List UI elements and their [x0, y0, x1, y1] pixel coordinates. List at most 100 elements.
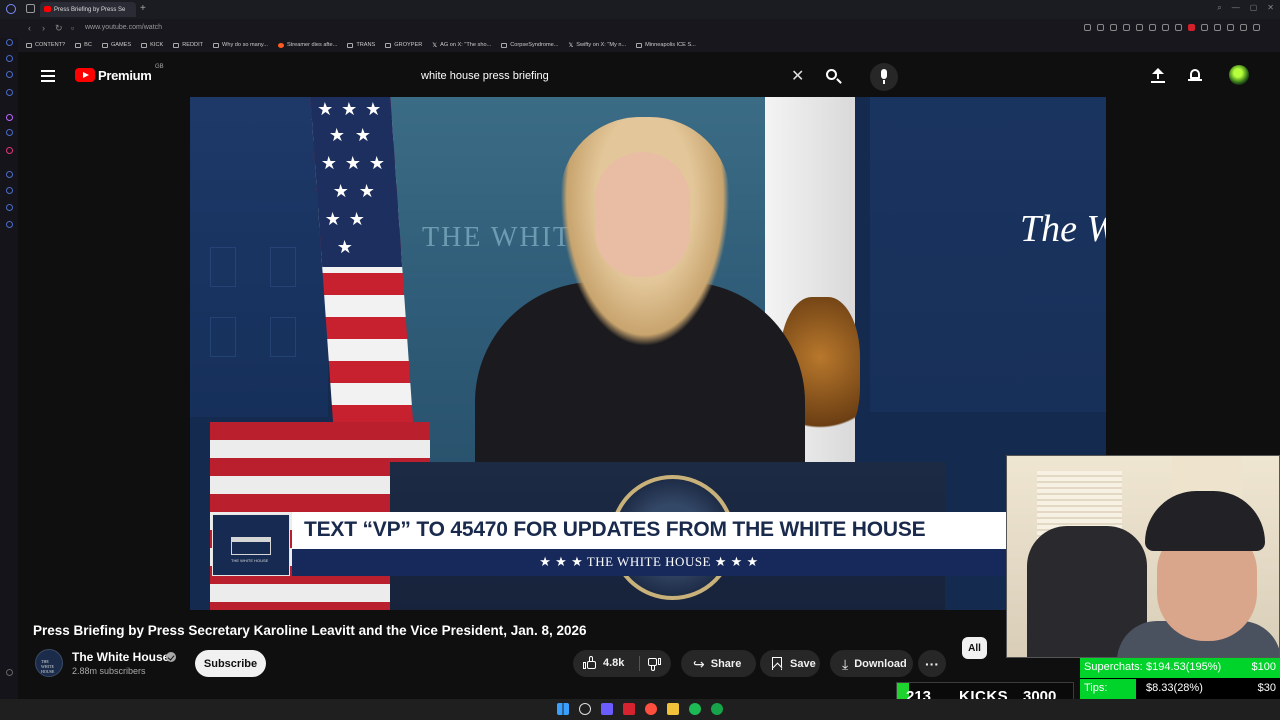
taskbar-browser-icon[interactable] [623, 703, 635, 715]
bookmark-label: Streamer dies afte... [286, 42, 338, 48]
microphone-icon[interactable] [870, 63, 898, 91]
extension-icon[interactable] [1201, 24, 1208, 31]
sidebar-more-icon[interactable] [6, 669, 13, 676]
extension-icon[interactable] [1110, 24, 1117, 31]
browser-tab-bar: Press Briefing by Press Se + ⌕ — ▢ ✕ [0, 0, 1280, 19]
sidebar-app-icon[interactable] [6, 39, 13, 46]
youtube-logo-icon[interactable] [75, 68, 95, 82]
goal-value: $194.53(195%) [1146, 661, 1222, 673]
channel-name[interactable]: The White House [72, 650, 169, 664]
bookmark-item[interactable]: GROYPER [385, 42, 422, 48]
reload-icon[interactable]: ↻ [55, 23, 63, 34]
record-extension-icon[interactable] [1188, 24, 1195, 31]
banner-subline-box: ★ ★ ★ THE WHITE HOUSE ★ ★ ★ [292, 549, 1006, 576]
search-tabs-icon[interactable]: ⌕ [1217, 3, 1221, 13]
tab-menu-icon[interactable] [26, 4, 35, 13]
lock-icon: ▫ [71, 23, 75, 33]
ai-icon[interactable] [1240, 24, 1247, 31]
taskbar-xbox-icon[interactable] [711, 703, 723, 715]
download-manager-icon[interactable] [1227, 24, 1234, 31]
sidebar-app-icon[interactable] [6, 221, 13, 228]
extension-icon[interactable] [1097, 24, 1104, 31]
sidebar-app-icon[interactable] [6, 171, 13, 178]
search-input[interactable]: white house press briefing ✕ [409, 64, 815, 88]
bookmark-label: BC [84, 42, 92, 48]
taskbar-discord-icon[interactable] [601, 703, 613, 715]
subscriber-count: 2.88m subscribers [72, 666, 146, 676]
heart-icon[interactable] [1162, 24, 1169, 31]
sidebar-app-icon[interactable] [6, 89, 13, 96]
like-dislike-group: 4.8k [573, 650, 671, 677]
search-query: white house press briefing [421, 70, 549, 82]
sidebar-app-icon[interactable] [6, 204, 13, 211]
bookmark-item[interactable]: Streamer dies afte... [277, 42, 338, 48]
tab-active[interactable]: Press Briefing by Press Se [40, 2, 136, 17]
video-title: Press Briefing by Press Secretary Karoli… [33, 623, 587, 638]
bookmark-item[interactable]: Why do so many... [213, 42, 268, 48]
bookmark-label: GAMES [110, 42, 132, 48]
notifications-bell-icon[interactable] [1188, 68, 1202, 83]
chip-all[interactable]: All [962, 637, 987, 659]
download-button[interactable]: ⤓ Download [830, 650, 913, 677]
channel-avatar[interactable]: THE WHITE HOUSE [35, 649, 63, 677]
close-window-icon[interactable]: ✕ [1267, 3, 1274, 13]
bookmark-label: GROYPER [394, 42, 423, 48]
save-button[interactable]: Save [760, 650, 820, 677]
bookmark-item[interactable]: 𝕏 AG on X: "The sho... [432, 42, 491, 49]
sidebar-messenger-icon[interactable] [6, 114, 13, 121]
bookmark-item[interactable]: CorpseSyndrome... [501, 42, 558, 48]
minimize-icon[interactable]: — [1232, 3, 1240, 13]
share-button[interactable]: ↪ Share [681, 650, 756, 677]
x-icon: 𝕏 [432, 42, 438, 49]
bookmark-item[interactable]: TRANS [347, 42, 375, 48]
youtube-brand[interactable]: Premium [98, 68, 152, 83]
new-tab-button[interactable]: + [140, 3, 146, 14]
bookmark-item[interactable]: CONTENT? [26, 42, 65, 48]
bookmark-item[interactable]: KICK [141, 42, 163, 48]
back-icon[interactable]: ‹ [28, 23, 31, 33]
sidebar-instagram-icon[interactable] [6, 147, 13, 154]
maximize-icon[interactable]: ▢ [1250, 3, 1258, 13]
bookmark-label: CONTENT? [35, 42, 66, 48]
forward-icon[interactable]: › [42, 23, 45, 33]
upload-icon[interactable] [1151, 68, 1165, 84]
like-count[interactable]: 4.8k [603, 657, 624, 669]
sidebar-app-icon[interactable] [6, 129, 13, 136]
extension-icon[interactable] [1149, 24, 1156, 31]
more-actions-button[interactable]: ··· [918, 650, 946, 677]
extension-icon[interactable] [1123, 24, 1130, 31]
taskbar-search-icon[interactable] [579, 703, 591, 715]
youtube-header: Premium GB white house press briefing ✕ [18, 52, 1280, 98]
extension-icon[interactable] [1214, 24, 1221, 31]
dislike-icon[interactable] [647, 657, 661, 671]
windows-start-icon[interactable] [557, 703, 569, 715]
bookmark-item[interactable]: GAMES [101, 42, 132, 48]
sidebar-app-icon[interactable] [6, 187, 13, 194]
shield-icon[interactable] [1136, 24, 1143, 31]
taskbar-file-explorer-icon[interactable] [667, 703, 679, 715]
account-avatar[interactable] [1229, 65, 1249, 85]
taskbar-chrome-icon[interactable] [645, 703, 657, 715]
menu-icon[interactable] [1253, 24, 1260, 31]
speaker-face [595, 152, 690, 277]
subscribe-button[interactable]: Subscribe [195, 650, 266, 677]
hamburger-menu-icon[interactable] [41, 70, 55, 82]
browser-logo-icon[interactable] [6, 4, 16, 14]
bookmark-item[interactable]: 𝕏 Swifty on X: "My n... [568, 42, 626, 49]
folder-icon [26, 42, 32, 48]
bookmark-item[interactable]: REDDIT [173, 42, 203, 48]
video-player[interactable]: THE WHITE HOUSE The W ★ ★ ★ ★ ★ ★ ★ ★ ★ … [190, 97, 1106, 610]
bookmark-item[interactable]: BC [75, 42, 92, 48]
sidebar-app-icon[interactable] [6, 55, 13, 62]
like-icon[interactable] [583, 656, 597, 670]
sidebar-app-icon[interactable] [6, 71, 13, 78]
taskbar-spotify-icon[interactable] [689, 703, 701, 715]
url-field[interactable]: www.youtube.com/watch [85, 24, 162, 31]
goal-label: Superchats: [1084, 661, 1143, 673]
search-icon[interactable] [821, 65, 845, 89]
clear-search-icon[interactable]: ✕ [791, 66, 804, 86]
extension-icon[interactable] [1175, 24, 1182, 31]
zoom-icon[interactable] [1084, 24, 1091, 31]
bookmark-item[interactable]: Minneapolis ICE S... [636, 42, 696, 48]
banner-logo-text: THE WHITE HOUSE [231, 558, 269, 563]
